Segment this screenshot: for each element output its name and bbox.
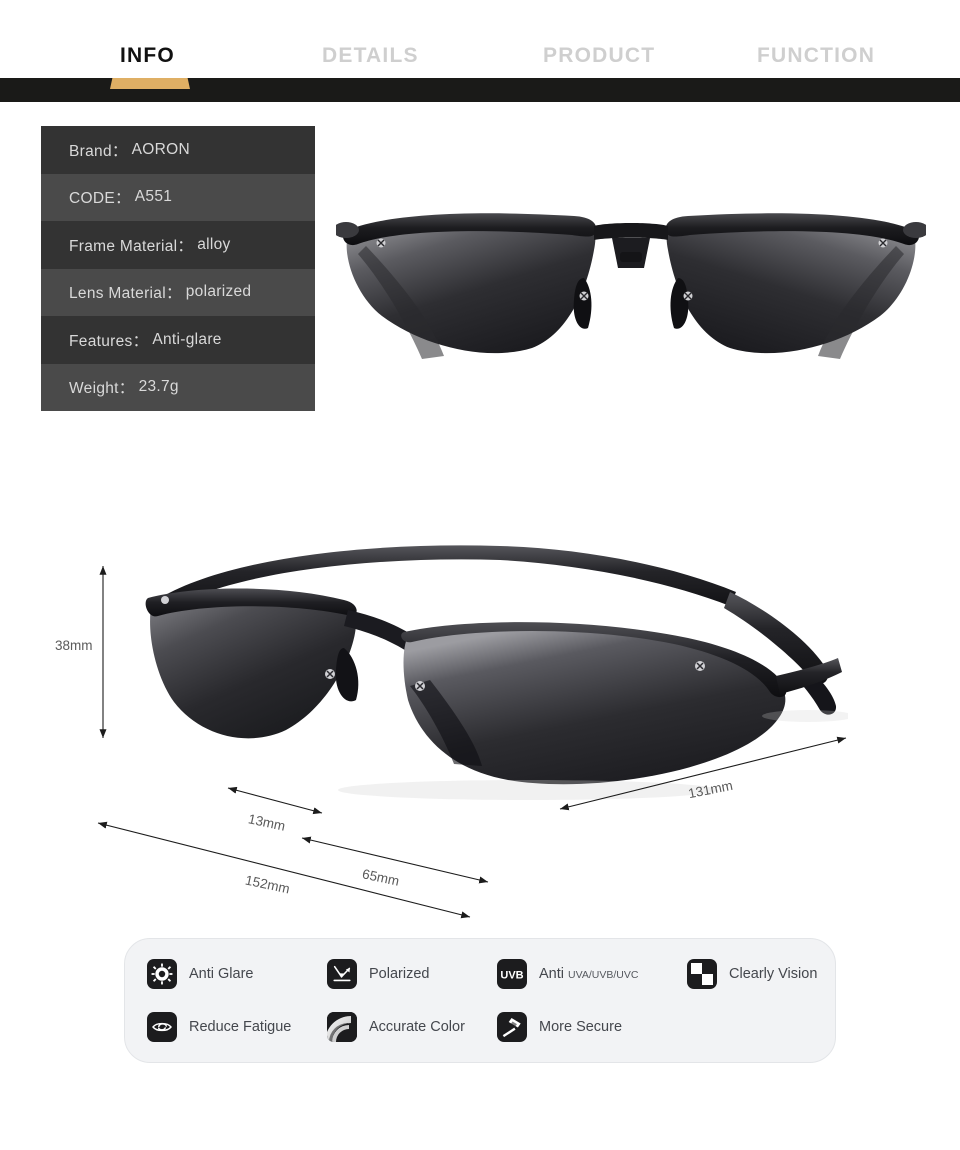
spec-row-features: Features： Anti-glare (41, 316, 315, 364)
feature-item-more-secure: More Secure (497, 1012, 622, 1042)
spec-label-frame-material: Frame Material： (69, 237, 194, 255)
spec-row-lens-material: Lens Material： polarized (41, 268, 315, 316)
feature-label-anti-uv: Anti UVA/UVB/UVC (539, 966, 638, 982)
reflection-arrow-icon (327, 959, 357, 989)
feature-label-reduce-fatigue: Reduce Fatigue (189, 1019, 292, 1035)
tab-info[interactable]: INFO (120, 44, 175, 68)
spec-row-brand: Brand： AORON (41, 126, 315, 174)
tab-details[interactable]: DETAILS (322, 44, 419, 68)
spec-label-brand: Brand： (69, 142, 128, 160)
spec-row-code: CODE： A551 (41, 173, 315, 221)
feature-label-anti-glare: Anti Glare (189, 966, 254, 982)
spec-value-weight: 23.7g (138, 378, 179, 396)
color-arc-icon (327, 1012, 357, 1042)
feature-label-clearly-vision: Clearly Vision (729, 966, 818, 982)
checkerboard-icon (687, 959, 717, 989)
tab-function[interactable]: FUNCTION (757, 44, 875, 68)
spec-label-code: CODE： (69, 190, 131, 208)
feature-label-more-secure: More Secure (539, 1019, 623, 1035)
spec-value-brand: AORON (131, 140, 191, 158)
specification-table: Brand： AORON CODE： A551 Frame Material： … (41, 126, 315, 411)
spec-value-frame-material: alloy (197, 235, 231, 253)
product-image-front-view (336, 213, 926, 359)
svg-text:UVB: UVB (500, 970, 523, 982)
eye-icon (147, 1012, 177, 1042)
feature-panel (124, 938, 836, 1063)
spec-value-features: Anti-glare (152, 330, 222, 348)
spec-value-code: A551 (134, 188, 173, 206)
feature-item-accurate-color: Accurate Color (327, 1012, 465, 1042)
feature-item-anti-uv: UVB Anti UVA/UVB/UVC (497, 959, 638, 989)
dimension-label-total-width: 152mm (243, 872, 292, 897)
feature-label-anti-uv-sub: UVA/UVB/UVC (568, 969, 639, 981)
tab-product[interactable]: PRODUCT (543, 44, 655, 68)
feature-item-polarized: Polarized (327, 959, 429, 989)
spec-label-weight: Weight： (69, 380, 135, 398)
feature-item-anti-glare: Anti Glare (147, 959, 253, 989)
tab-bar: INFO DETAILS PRODUCT FUNCTION (0, 0, 960, 78)
feature-item-clearly-vision: Clearly Vision (687, 959, 817, 989)
spec-row-frame-material: Frame Material： alloy (41, 221, 315, 269)
hammer-icon (497, 1012, 527, 1042)
product-image-angled-view (145, 545, 848, 800)
sun-gear-icon (147, 959, 177, 989)
spec-value-lens-material: polarized (185, 283, 252, 301)
feature-item-reduce-fatigue: Reduce Fatigue (147, 1012, 291, 1042)
active-tab-indicator (110, 78, 190, 89)
feature-label-accurate-color: Accurate Color (369, 1019, 465, 1035)
spec-row-weight: Weight： 23.7g (41, 363, 315, 411)
dimension-label-lens-width: 65mm (360, 866, 401, 889)
feature-label-anti-uv-main: Anti (539, 966, 569, 982)
spec-label-features: Features： (69, 332, 149, 350)
dimension-label-height: 38mm (55, 638, 93, 653)
uvb-badge-icon: UVB (497, 959, 527, 989)
feature-label-polarized: Polarized (369, 966, 430, 982)
spec-label-lens-material: Lens Material： (69, 285, 182, 303)
